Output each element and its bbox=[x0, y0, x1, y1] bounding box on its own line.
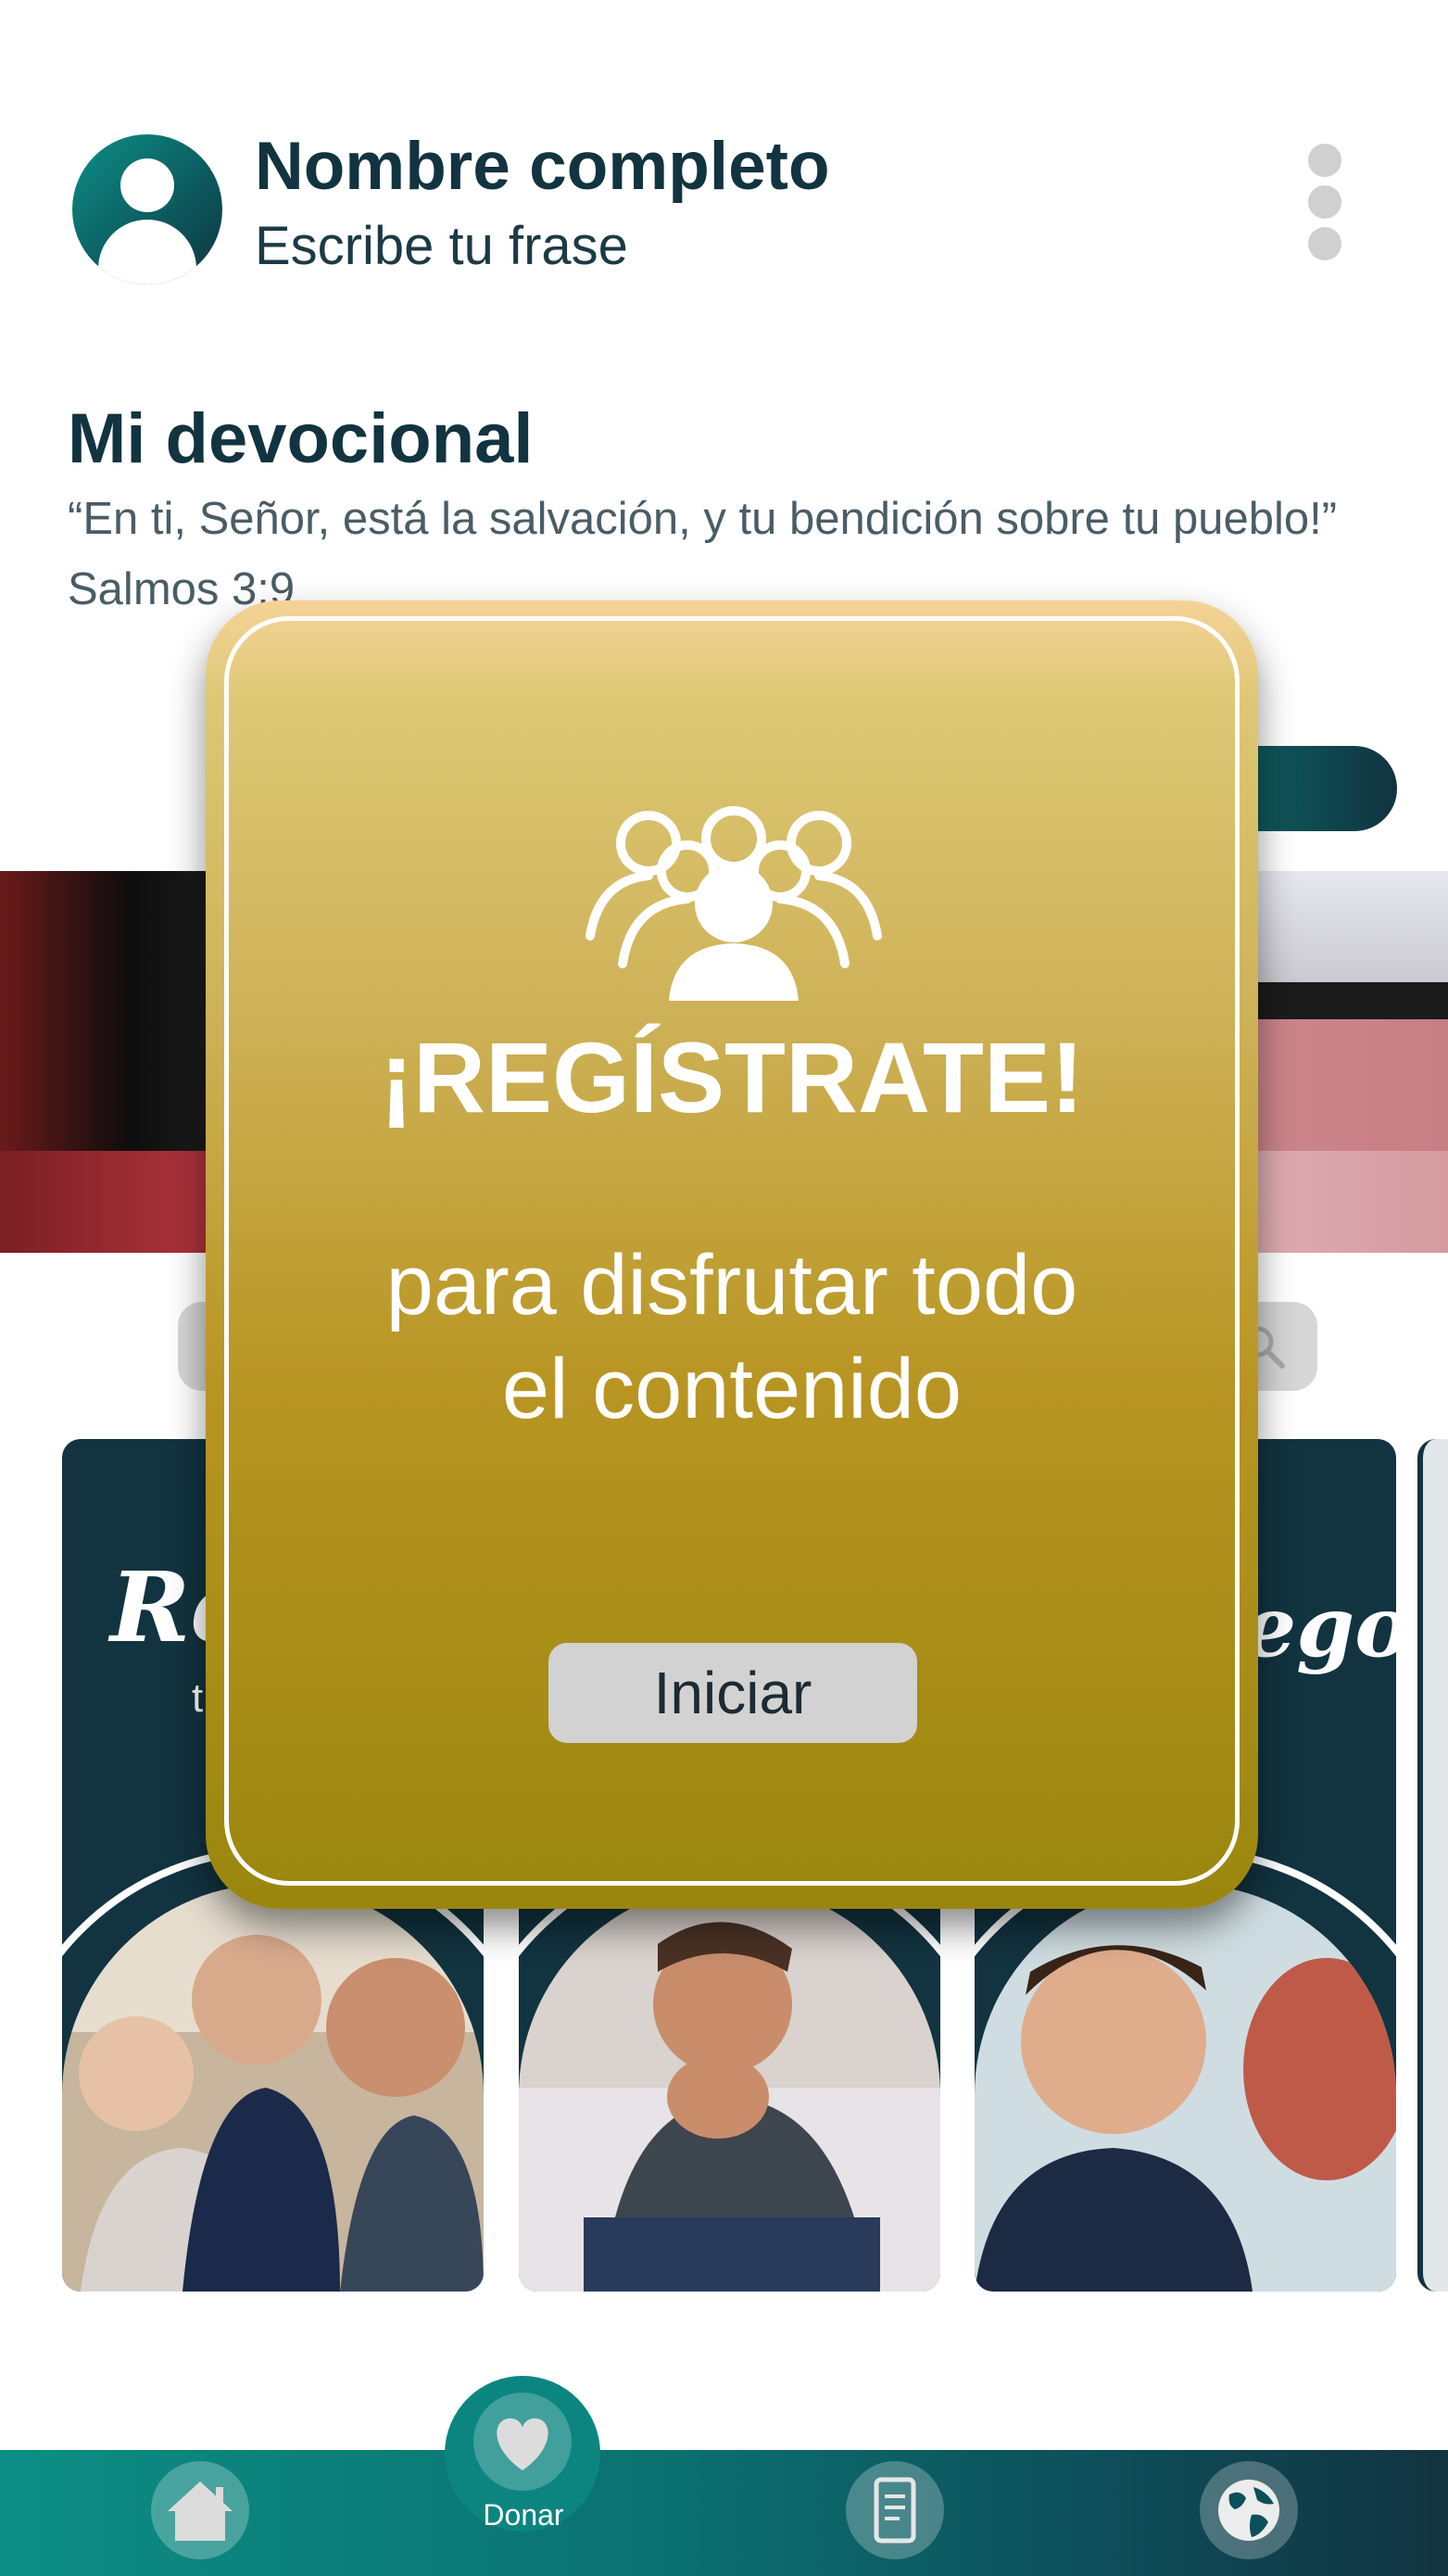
nav-documents-button[interactable] bbox=[846, 2461, 944, 2559]
avatar-head-shape bbox=[120, 158, 174, 212]
card-subtitle: t bbox=[192, 1675, 204, 1721]
avatar-body-shape bbox=[98, 220, 196, 284]
card-photo-boy bbox=[975, 1884, 1396, 2292]
heart-icon bbox=[497, 2418, 548, 2470]
devotional-title: Mi devocional bbox=[68, 399, 534, 478]
register-title: ¡REGÍSTRATE! bbox=[380, 1021, 1084, 1133]
nav-donate-button[interactable] bbox=[473, 2393, 572, 2491]
avatar[interactable] bbox=[72, 134, 222, 284]
community-group-icon bbox=[585, 806, 882, 1001]
more-options-icon[interactable] bbox=[1302, 144, 1348, 269]
register-subtitle-line1: para disfrutar todo bbox=[385, 1238, 1078, 1332]
card-photo-man bbox=[519, 1884, 940, 2292]
nav-donate-label[interactable]: Donar bbox=[435, 2498, 611, 2532]
profile-name[interactable]: Nombre completo bbox=[255, 128, 830, 205]
register-subtitle-line2: el contenido bbox=[501, 1342, 963, 1436]
devotional-verse: “En ti, Señor, está la salvación, y tu b… bbox=[68, 494, 1338, 544]
card-title-script: ego bbox=[1243, 1578, 1396, 1676]
card-photo-family bbox=[62, 1884, 484, 2292]
document-icon bbox=[874, 2477, 916, 2544]
home-icon bbox=[168, 2481, 233, 2541]
nav-globe-button[interactable] bbox=[1200, 2461, 1298, 2559]
globe-icon bbox=[1218, 2480, 1279, 2541]
nav-home-button[interactable] bbox=[151, 2461, 249, 2559]
profile-phrase[interactable]: Escribe tu frase bbox=[255, 215, 628, 277]
start-button[interactable]: Iniciar bbox=[548, 1643, 917, 1743]
content-card-partial[interactable] bbox=[1417, 1439, 1448, 2292]
